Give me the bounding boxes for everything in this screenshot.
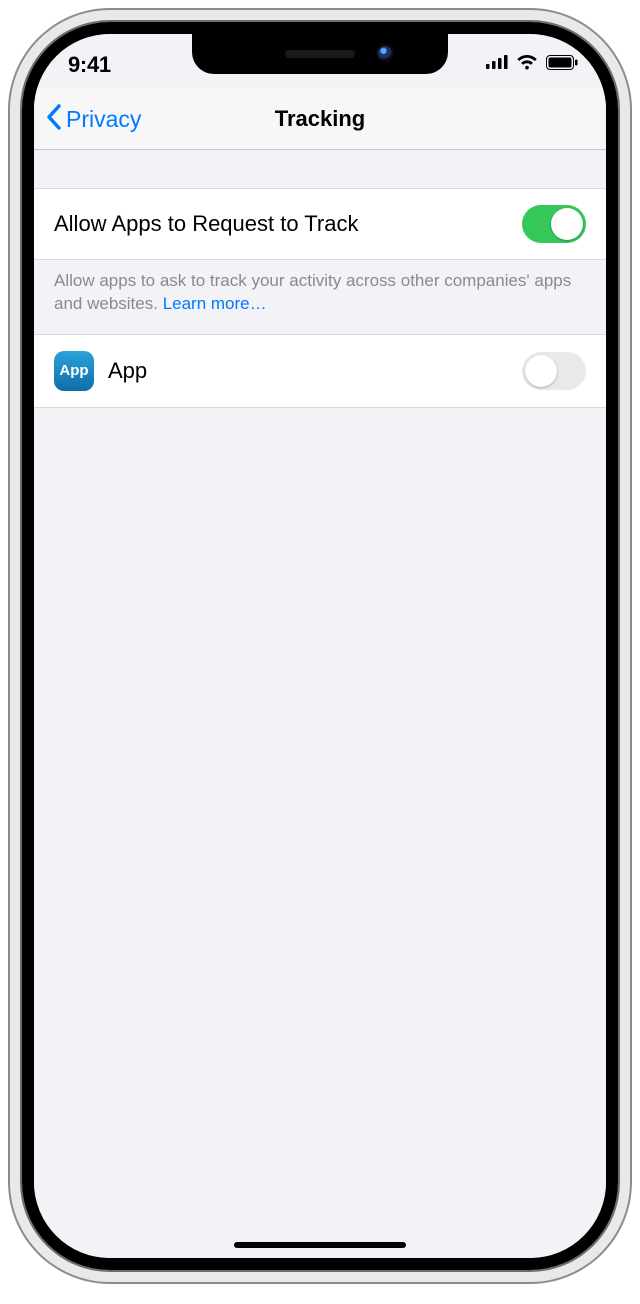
wifi-icon <box>516 54 538 70</box>
app-tracking-toggle[interactable] <box>522 352 586 390</box>
back-button[interactable]: Privacy <box>46 104 141 135</box>
notch <box>192 34 448 74</box>
home-indicator[interactable] <box>234 1242 406 1248</box>
app-row: App App <box>34 334 606 408</box>
volume-up-button <box>12 276 18 352</box>
page-title: Tracking <box>275 106 365 132</box>
learn-more-link[interactable]: Learn more… <box>163 294 267 313</box>
app-icon: App <box>54 351 94 391</box>
screen: 9:41 <box>34 34 606 1258</box>
allow-apps-row: Allow Apps to Request to Track <box>34 188 606 260</box>
content: Allow Apps to Request to Track Allow app… <box>34 150 606 1258</box>
phone-frame: 9:41 <box>22 22 618 1270</box>
nav-bar: Privacy Tracking <box>34 88 606 150</box>
battery-icon <box>546 55 578 70</box>
allow-apps-footer: Allow apps to ask to track your activity… <box>34 260 606 334</box>
front-camera <box>378 46 392 60</box>
app-name-label: App <box>108 358 147 384</box>
cellular-signal-icon <box>486 55 508 69</box>
allow-apps-toggle[interactable] <box>522 205 586 243</box>
chevron-left-icon <box>46 104 62 135</box>
earpiece-speaker <box>285 50 355 58</box>
status-time: 9:41 <box>68 52 111 78</box>
allow-apps-label: Allow Apps to Request to Track <box>54 211 359 237</box>
footer-text: Allow apps to ask to track your activity… <box>54 271 571 313</box>
mute-switch <box>12 206 18 246</box>
side-button <box>622 296 628 414</box>
back-label: Privacy <box>66 106 141 133</box>
volume-down-button <box>12 372 18 448</box>
status-right-cluster <box>486 54 578 70</box>
